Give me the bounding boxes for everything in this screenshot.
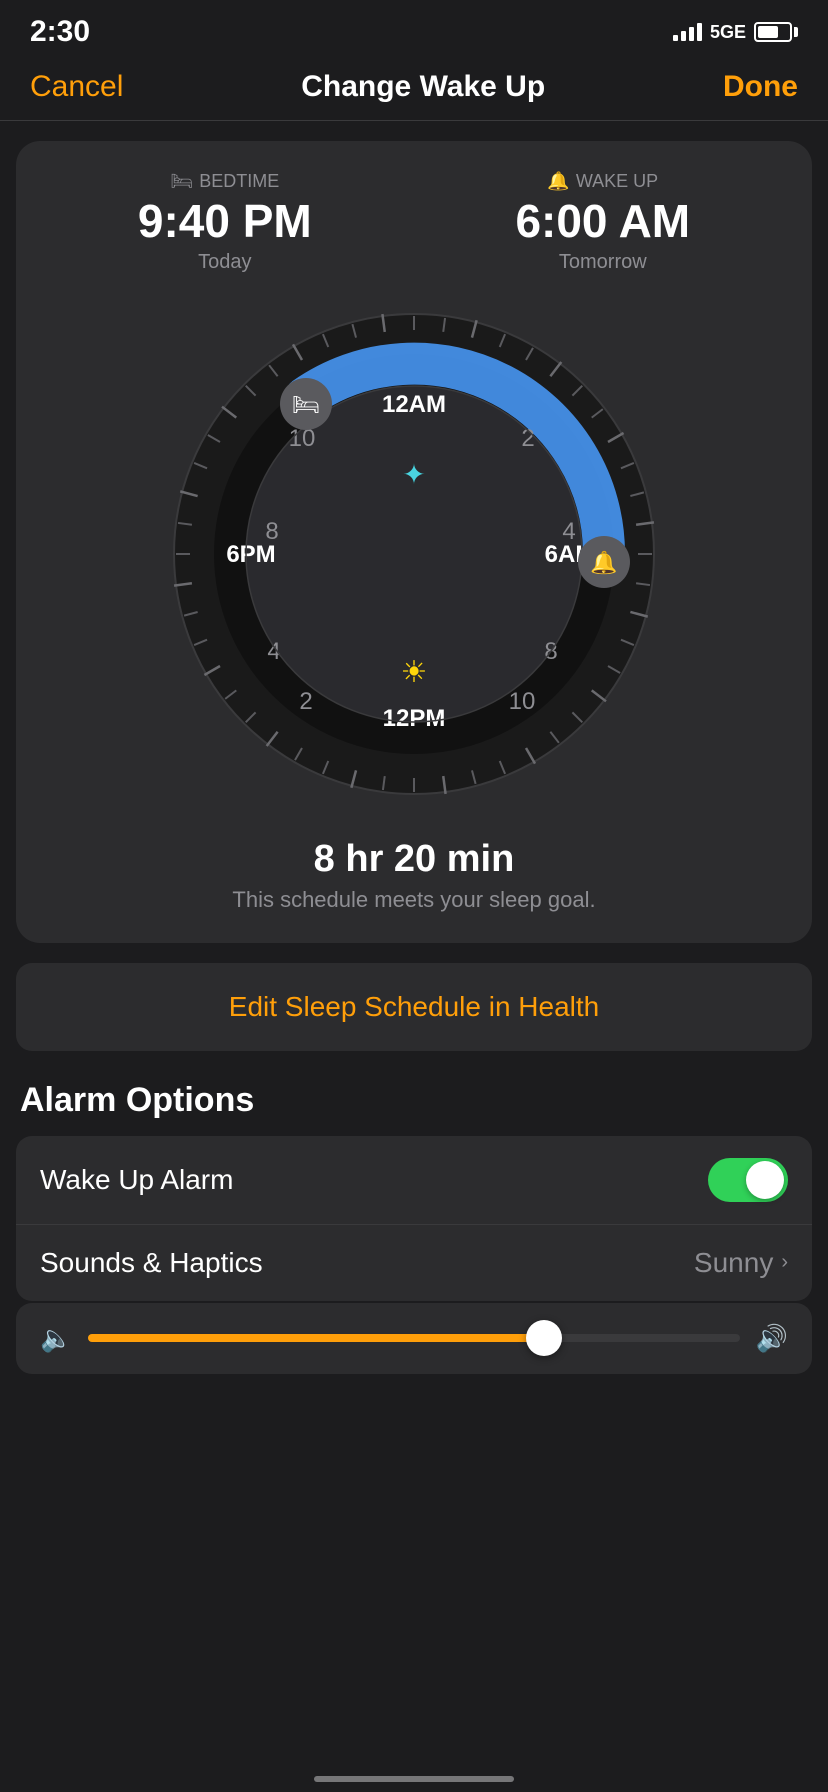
clock-face[interactable]: 12AM 2 4 6AM 8 10 12PM 2 4 6PM <box>154 294 674 814</box>
cancel-button[interactable]: Cancel <box>30 70 123 104</box>
wake-up-alarm-toggle[interactable] <box>708 1158 788 1202</box>
bedtime-label: 🛏 BEDTIME <box>138 171 312 192</box>
bedtime-section: 🛏 BEDTIME 9:40 PM Today <box>138 171 312 274</box>
signal-bars-icon <box>673 23 702 41</box>
toggle-knob <box>746 1161 784 1199</box>
wakeup-day: Tomorrow <box>515 251 690 274</box>
done-button[interactable]: Done <box>723 70 798 104</box>
clock-card: 🛏 BEDTIME 9:40 PM Today 🔔 WAKE UP 6:00 A… <box>16 141 812 943</box>
sleep-hours-value: 8 hr 20 min <box>36 838 792 881</box>
sounds-haptics-label: Sounds & Haptics <box>40 1247 263 1279</box>
battery-icon <box>754 22 798 42</box>
wakeup-value: 6:00 AM <box>515 196 690 247</box>
status-icons: 5GE <box>673 22 798 43</box>
bedtime-day: Today <box>138 251 312 274</box>
alarm-options-section: Alarm Options Wake Up Alarm Sounds & Hap… <box>16 1081 812 1374</box>
wake-up-alarm-label: Wake Up Alarm <box>40 1164 233 1196</box>
bed-icon: 🛏 <box>170 171 193 192</box>
volume-row: 🔈 🔊 <box>16 1303 812 1374</box>
volume-slider-fill <box>88 1334 544 1342</box>
status-time: 2:30 <box>30 15 90 49</box>
sounds-haptics-value: Sunny › <box>694 1247 788 1279</box>
wakeup-section: 🔔 WAKE UP 6:00 AM Tomorrow <box>515 171 690 274</box>
chevron-right-icon: › <box>781 1251 788 1274</box>
status-bar: 2:30 5GE <box>0 0 828 54</box>
time-header: 🛏 BEDTIME 9:40 PM Today 🔔 WAKE UP 6:00 A… <box>36 171 792 274</box>
sleep-duration: 8 hr 20 min This schedule meets your sle… <box>36 838 792 913</box>
wakeup-label: 🔔 WAKE UP <box>515 171 690 192</box>
page-title: Change Wake Up <box>301 70 545 104</box>
sleep-goal-text: This schedule meets your sleep goal. <box>36 887 792 913</box>
alarm-options-title: Alarm Options <box>16 1081 812 1120</box>
sounds-haptics-current-value: Sunny <box>694 1247 773 1279</box>
volume-slider[interactable] <box>88 1334 739 1342</box>
volume-low-icon: 🔈 <box>40 1323 72 1354</box>
alarm-settings-card: Wake Up Alarm Sounds & Haptics Sunny › <box>16 1136 812 1301</box>
volume-high-icon: 🔊 <box>756 1323 788 1354</box>
clock-container[interactable]: 12AM 2 4 6AM 8 10 12PM 2 4 6PM <box>36 294 792 814</box>
sounds-haptics-row[interactable]: Sounds & Haptics Sunny › <box>16 1225 812 1301</box>
wake-up-alarm-row[interactable]: Wake Up Alarm <box>16 1136 812 1225</box>
edit-schedule-button[interactable]: Edit Sleep Schedule in Health <box>16 963 812 1051</box>
nav-bar: Cancel Change Wake Up Done <box>0 54 828 121</box>
edit-schedule-label: Edit Sleep Schedule in Health <box>229 991 599 1022</box>
bell-icon: 🔔 <box>547 171 569 192</box>
signal-label: 5GE <box>710 22 746 43</box>
volume-slider-thumb[interactable] <box>526 1320 562 1356</box>
home-indicator <box>314 1776 514 1782</box>
bedtime-value: 9:40 PM <box>138 196 312 247</box>
